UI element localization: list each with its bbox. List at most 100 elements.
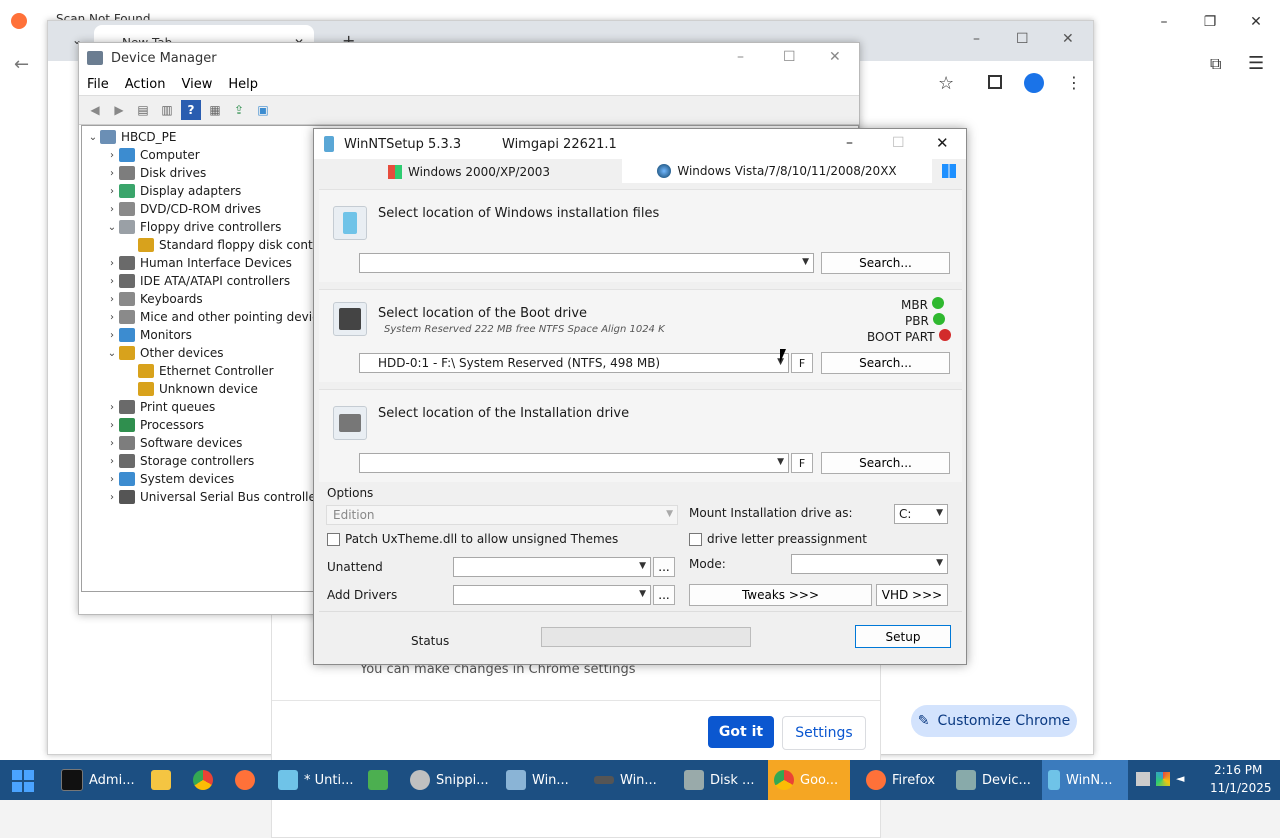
view-icon[interactable]: ▦ bbox=[205, 100, 225, 120]
setup-button[interactable]: Setup bbox=[855, 625, 951, 648]
side-panel-icon[interactable] bbox=[988, 75, 1002, 89]
restore-button[interactable]: ❐ bbox=[1187, 0, 1233, 44]
list-icon[interactable]: ▥ bbox=[157, 100, 177, 120]
tree-item[interactable]: › Universal Serial Bus controllers bbox=[105, 488, 327, 506]
add-drivers-browse-button[interactable]: ... bbox=[653, 585, 675, 605]
taskbar-firefox-pin[interactable] bbox=[229, 760, 265, 800]
unattend-combo[interactable]: ▼ bbox=[453, 557, 651, 577]
wnt-close-icon[interactable]: ✕ bbox=[936, 134, 949, 152]
taskbar-device-manager[interactable]: Devic... bbox=[950, 760, 1034, 800]
menu-action[interactable]: Action bbox=[117, 77, 174, 92]
scan-hardware-icon[interactable]: ▣ bbox=[253, 100, 273, 120]
taskbar-win-2[interactable]: Win... bbox=[588, 760, 666, 800]
mount-drive-combo[interactable]: C: ▼ bbox=[894, 504, 948, 524]
settings-button[interactable]: Settings bbox=[782, 716, 866, 750]
mode-combo[interactable]: ▼ bbox=[791, 554, 948, 574]
patch-uxtheme-checkbox[interactable]: Patch UxTheme.dll to allow unsigned Them… bbox=[327, 532, 618, 546]
tray-color-icon[interactable] bbox=[1156, 772, 1170, 786]
close-button[interactable]: ✕ bbox=[1233, 0, 1279, 44]
chevron-down-icon[interactable]: ⌄ bbox=[86, 132, 100, 143]
close-window-icon[interactable]: ✕ bbox=[1062, 31, 1074, 47]
install-drive-f-button[interactable]: F bbox=[791, 453, 813, 473]
taskbar-app-green[interactable] bbox=[362, 760, 398, 800]
tree-item[interactable]: ⌄ HBCD_PE bbox=[86, 128, 176, 146]
menu-file[interactable]: File bbox=[79, 77, 117, 92]
chevron-right-icon[interactable]: › bbox=[105, 420, 119, 431]
chevron-right-icon[interactable]: › bbox=[105, 402, 119, 413]
tab-windows-xp[interactable]: Windows 2000/XP/2003 bbox=[319, 161, 619, 183]
update-driver-icon[interactable]: ⇪ bbox=[229, 100, 249, 120]
chevron-right-icon[interactable]: › bbox=[105, 168, 119, 179]
volume-icon[interactable]: ◄ bbox=[1176, 772, 1190, 786]
chevron-right-icon[interactable]: › bbox=[105, 330, 119, 341]
tree-item[interactable]: › Storage controllers bbox=[105, 452, 254, 470]
chevron-right-icon[interactable]: › bbox=[105, 258, 119, 269]
taskbar-chrome-pin[interactable] bbox=[187, 760, 223, 800]
tree-item[interactable]: ⌄ Floppy drive controllers bbox=[105, 218, 281, 236]
drive-letter-checkbox[interactable]: drive letter preassignment bbox=[689, 532, 867, 546]
menu-icon[interactable]: ☰ bbox=[1248, 53, 1264, 74]
tree-item[interactable]: › Processors bbox=[105, 416, 204, 434]
forward-icon[interactable]: ▶ bbox=[109, 100, 129, 120]
start-button[interactable] bbox=[12, 770, 34, 792]
taskbar-win-1[interactable]: Win... bbox=[500, 760, 578, 800]
add-drivers-combo[interactable]: ▼ bbox=[453, 585, 651, 605]
profile-avatar[interactable] bbox=[1024, 73, 1044, 93]
properties-icon[interactable]: ▤ bbox=[133, 100, 153, 120]
taskbar-snipping[interactable]: Snippi... bbox=[404, 760, 494, 800]
chevron-right-icon[interactable]: › bbox=[105, 294, 119, 305]
tree-item[interactable]: › Human Interface Devices bbox=[105, 254, 292, 272]
tweaks-button[interactable]: Tweaks >>> bbox=[689, 584, 872, 606]
tree-item[interactable]: › Print queues bbox=[105, 398, 215, 416]
back-icon[interactable]: ◀ bbox=[85, 100, 105, 120]
taskbar-firefox[interactable]: Firefox bbox=[860, 760, 942, 800]
tray-app-icon[interactable] bbox=[1136, 772, 1150, 786]
edition-combo[interactable]: Edition ▼ bbox=[326, 505, 678, 525]
tree-item[interactable]: Standard floppy disk controller bbox=[124, 236, 344, 254]
wnt-maximize-icon[interactable]: ☐ bbox=[892, 135, 905, 151]
maximize-icon[interactable]: ☐ bbox=[1016, 31, 1029, 47]
chrome-menu-icon[interactable]: ⋮ bbox=[1066, 73, 1082, 92]
tree-item[interactable]: › Monitors bbox=[105, 326, 192, 344]
chevron-right-icon[interactable]: › bbox=[105, 456, 119, 467]
help-icon[interactable]: ? bbox=[181, 100, 201, 120]
boot-drive-search-button[interactable]: Search... bbox=[821, 352, 950, 374]
clock-date[interactable]: 11/1/2025 bbox=[1210, 781, 1272, 795]
install-drive-search-button[interactable]: Search... bbox=[821, 452, 950, 474]
dm-maximize-icon[interactable]: ☐ bbox=[783, 49, 796, 65]
chevron-down-icon[interactable]: ⌄ bbox=[105, 222, 119, 233]
tree-item[interactable]: › Computer bbox=[105, 146, 200, 164]
taskbar-explorer[interactable] bbox=[145, 760, 181, 800]
chevron-right-icon[interactable]: › bbox=[105, 276, 119, 287]
tab-windows-vista[interactable]: Windows Vista/7/8/10/11/2008/20XX bbox=[622, 159, 932, 183]
menu-view[interactable]: View bbox=[173, 77, 220, 92]
install-files-combo[interactable]: ▼ bbox=[359, 253, 814, 273]
tree-item[interactable]: Unknown device bbox=[124, 380, 258, 398]
back-arrow-icon[interactable]: ← bbox=[14, 54, 29, 75]
taskbar-google-chrome[interactable]: Goo... bbox=[768, 760, 850, 800]
chevron-right-icon[interactable]: › bbox=[105, 474, 119, 485]
tree-item[interactable]: › Disk drives bbox=[105, 164, 206, 182]
boot-drive-f-button[interactable]: F bbox=[791, 353, 813, 373]
chevron-right-icon[interactable]: › bbox=[105, 438, 119, 449]
dm-close-icon[interactable]: ✕ bbox=[829, 49, 841, 65]
minimize-button[interactable]: – bbox=[1141, 0, 1187, 44]
chevron-right-icon[interactable]: › bbox=[105, 186, 119, 197]
taskbar-notepad[interactable]: * Unti... bbox=[272, 760, 358, 800]
bookmark-star-icon[interactable]: ☆ bbox=[938, 73, 954, 94]
tree-item[interactable]: ⌄ Other devices bbox=[105, 344, 224, 362]
chevron-right-icon[interactable]: › bbox=[105, 492, 119, 503]
tree-item[interactable]: › DVD/CD-ROM drives bbox=[105, 200, 261, 218]
extensions-icon[interactable]: ⧉ bbox=[1210, 54, 1221, 74]
clock-time[interactable]: 2:16 PM bbox=[1214, 763, 1262, 777]
taskbar-winntsetup[interactable]: WinN... bbox=[1042, 760, 1128, 800]
tree-item[interactable]: › Mice and other pointing devices bbox=[105, 308, 332, 326]
chevron-right-icon[interactable]: › bbox=[105, 312, 119, 323]
taskbar-admin[interactable]: Admi... bbox=[55, 760, 137, 800]
install-files-search-button[interactable]: Search... bbox=[821, 252, 950, 274]
dm-minimize-icon[interactable]: – bbox=[737, 49, 744, 65]
chevron-right-icon[interactable]: › bbox=[105, 204, 119, 215]
install-drive-combo[interactable]: ▼ bbox=[359, 453, 789, 473]
chevron-down-icon[interactable]: ⌄ bbox=[105, 348, 119, 359]
got-it-button[interactable]: Got it bbox=[708, 716, 774, 748]
